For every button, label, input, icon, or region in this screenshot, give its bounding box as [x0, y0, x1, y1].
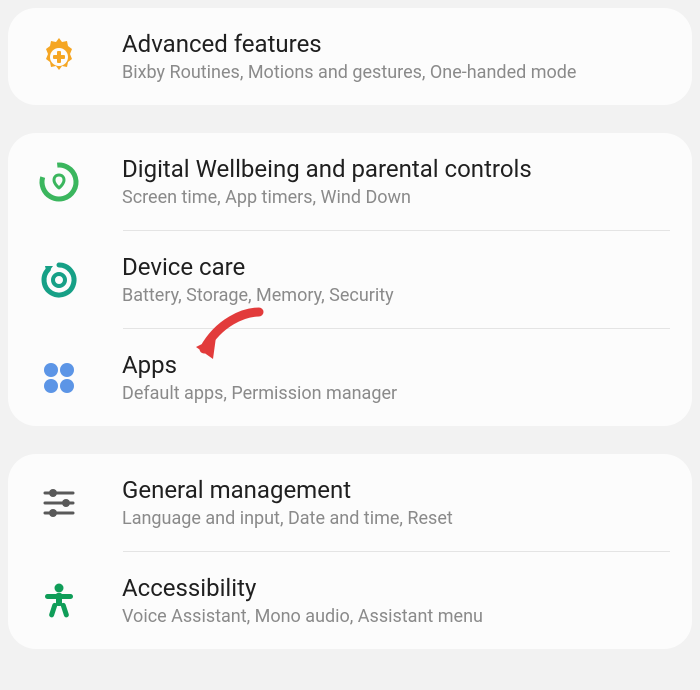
row-subtitle: Voice Assistant, Mono audio, Assistant m…: [122, 606, 670, 627]
row-subtitle: Battery, Storage, Memory, Security: [122, 285, 670, 306]
row-title: Accessibility: [122, 574, 670, 602]
apps-grid-icon: [36, 355, 82, 401]
wellbeing-icon: [36, 159, 82, 205]
row-apps[interactable]: Apps Default apps, Permission manager: [8, 329, 692, 426]
accessibility-icon: [36, 578, 82, 624]
row-title: Digital Wellbeing and parental controls: [122, 155, 670, 183]
row-title: Apps: [122, 351, 670, 379]
row-accessibility[interactable]: Accessibility Voice Assistant, Mono audi…: [8, 552, 692, 649]
settings-group: General management Language and input, D…: [8, 454, 692, 649]
row-digital-wellbeing[interactable]: Digital Wellbeing and parental controls …: [8, 133, 692, 230]
row-subtitle: Bixby Routines, Motions and gestures, On…: [122, 62, 670, 83]
row-subtitle: Language and input, Date and time, Reset: [122, 508, 670, 529]
row-subtitle: Default apps, Permission manager: [122, 383, 670, 404]
row-advanced-features[interactable]: Advanced features Bixby Routines, Motion…: [8, 8, 692, 105]
row-general-management[interactable]: General management Language and input, D…: [8, 454, 692, 551]
sliders-icon: [36, 480, 82, 526]
row-subtitle: Screen time, App timers, Wind Down: [122, 187, 670, 208]
settings-group: Advanced features Bixby Routines, Motion…: [8, 8, 692, 105]
settings-group: Digital Wellbeing and parental controls …: [8, 133, 692, 426]
gear-plus-icon: [36, 34, 82, 80]
device-care-icon: [36, 257, 82, 303]
row-title: Advanced features: [122, 30, 670, 58]
row-title: Device care: [122, 253, 670, 281]
row-title: General management: [122, 476, 670, 504]
row-device-care[interactable]: Device care Battery, Storage, Memory, Se…: [8, 231, 692, 328]
